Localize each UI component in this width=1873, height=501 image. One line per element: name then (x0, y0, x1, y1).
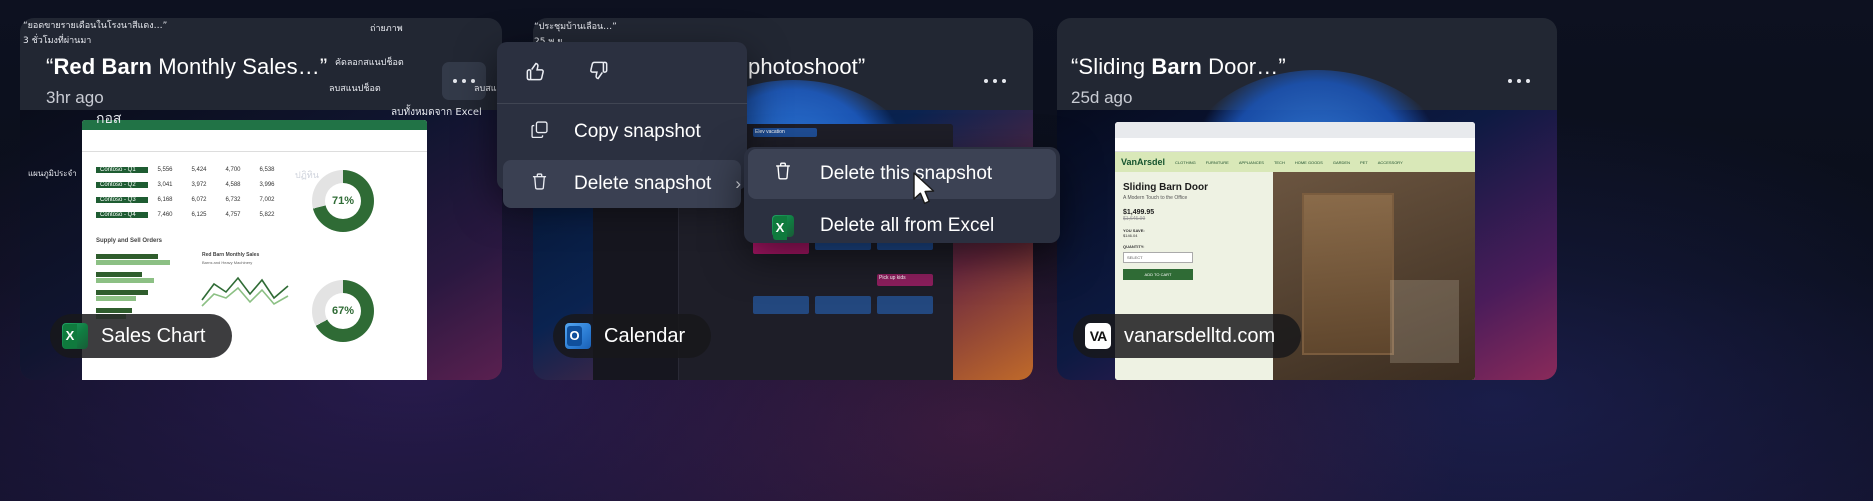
app-chip-vanarsdell[interactable]: VA vanarsdelltd.com (1073, 314, 1301, 358)
trash-icon (772, 160, 794, 188)
menu-item-label: Copy snapshot (574, 121, 723, 143)
delete-snapshot-submenu[interactable]: Delete this snapshot Delete all from Exc… (744, 147, 1060, 243)
excel-data-table: Contoso - Q15,5565,4244,7006,538 Contoso… (96, 162, 286, 222)
calendar-event (753, 296, 809, 314)
menu-item-label: Delete snapshot (574, 173, 711, 195)
donut-chart-1: 71% (312, 170, 374, 232)
snapshot-card-sales-chart[interactable]: “Red Barn Monthly Sales…” 3hr ago Contos… (20, 18, 502, 380)
copy-icon (529, 119, 550, 146)
chevron-right-icon: › (735, 174, 741, 194)
quantity-label: QUANTITY: (1123, 244, 1265, 249)
app-chip-label: Sales Chart (101, 325, 206, 348)
card-title-rest: photoshoot” (748, 54, 865, 79)
card-thumbnail-excel[interactable]: Contoso - Q15,5565,4244,7006,538 Contoso… (20, 110, 502, 380)
more-options-icon[interactable] (973, 62, 1017, 100)
excel-icon (772, 215, 794, 237)
donut-chart-2: 67% (312, 280, 374, 342)
calendar-event: Pick up kids (877, 274, 933, 286)
site-nav: VanArsdel CLOTHING FURNITURE APPLIANCES … (1115, 152, 1475, 172)
add-to-cart-button[interactable]: ADD TO CART (1123, 269, 1193, 280)
app-chip-calendar[interactable]: Calendar (553, 314, 711, 358)
trash-icon (529, 171, 550, 198)
excel-icon (62, 323, 88, 349)
card-timestamp: 3hr ago (46, 88, 104, 108)
product-price-original: $1,645.99 (1123, 216, 1265, 222)
card-title-bold: Red Barn (53, 54, 152, 79)
menu-item-copy-snapshot[interactable]: Copy snapshot (503, 108, 741, 156)
snapshot-card-vanarsdell[interactable]: “Sliding Barn Door…” 25d ago VanArsdel C… (1057, 18, 1557, 380)
product-title: Sliding Barn Door (1123, 182, 1265, 193)
vanarsdell-logo-icon: VA (1085, 323, 1111, 349)
submenu-item-label: Delete all from Excel (820, 215, 1038, 237)
card-title-rest: Monthly Sales…” (152, 54, 327, 79)
nav-item: PET (1360, 160, 1368, 165)
card-header: “Red Barn Monthly Sales…” 3hr ago (20, 18, 502, 110)
table-row: Contoso - Q36,1686,0726,7327,002 (96, 192, 286, 207)
product-photo (1273, 172, 1475, 380)
card-title-prefix: “Sliding (1071, 54, 1151, 79)
card-title: “Sliding Barn Door…” (1071, 54, 1286, 80)
submenu-item-delete-all-from-excel[interactable]: Delete all from Excel (748, 201, 1056, 251)
feedback-row (497, 42, 747, 104)
card-timestamp: 25d ago (1071, 88, 1132, 108)
app-chip-label: vanarsdelltd.com (1124, 325, 1275, 348)
savings-value: $146.04 (1123, 233, 1265, 238)
more-options-icon[interactable] (442, 62, 486, 100)
table-row: Contoso - Q23,0413,9724,5883,996 (96, 177, 286, 192)
card-title-bold: Barn (1151, 54, 1202, 79)
nav-item: HOME GOODS (1295, 160, 1323, 165)
submenu-item-delete-this-snapshot[interactable]: Delete this snapshot (748, 149, 1056, 199)
quantity-select[interactable]: SELECT (1123, 252, 1193, 263)
app-chip-label: Calendar (604, 325, 685, 348)
nav-item: APPLIANCES (1239, 160, 1264, 165)
line-chart-graphic (200, 264, 296, 316)
table-row: Contoso - Q47,4606,1254,7575,822 (96, 207, 286, 222)
product-price: $1,499.95 (1123, 209, 1265, 216)
thumbs-down-icon[interactable] (585, 58, 611, 89)
menu-item-delete-snapshot[interactable]: Delete snapshot › (503, 160, 741, 208)
nav-item: ACCESSORY (1378, 160, 1403, 165)
donut-chart-2-value: 67% (332, 305, 354, 317)
site-brand: VanArsdel (1121, 157, 1165, 167)
snapshot-context-menu[interactable]: Copy snapshot Delete snapshot › (497, 42, 747, 190)
chart-1-title: Supply and Sell Orders (96, 238, 162, 244)
outlook-calendar-icon (565, 323, 591, 349)
calendar-event (815, 296, 871, 314)
nav-item: TECH (1274, 160, 1285, 165)
chart-2-title: Red Barn Monthly Sales (202, 252, 259, 258)
submenu-item-label: Delete this snapshot (820, 163, 1038, 185)
nav-item: GARDEN (1333, 160, 1350, 165)
calendar-event (877, 296, 933, 314)
card-title: “Red Barn Monthly Sales…” (46, 54, 327, 80)
app-chip-sales-chart[interactable]: Sales Chart (50, 314, 232, 358)
donut-chart-1-value: 71% (332, 195, 354, 207)
more-options-icon[interactable] (1497, 62, 1541, 100)
calendar-event: Elev vacation (753, 128, 817, 137)
nav-item: CLOTHING (1175, 160, 1196, 165)
card-title: photoshoot” (748, 54, 865, 80)
thumbs-up-icon[interactable] (523, 58, 549, 89)
card-thumbnail-web[interactable]: VanArsdel CLOTHING FURNITURE APPLIANCES … (1057, 110, 1557, 380)
nav-item: FURNITURE (1206, 160, 1229, 165)
product-subtitle: A Modern Touch to the Office (1123, 195, 1265, 201)
table-row: Contoso - Q15,5565,4244,7006,538 (96, 162, 286, 177)
